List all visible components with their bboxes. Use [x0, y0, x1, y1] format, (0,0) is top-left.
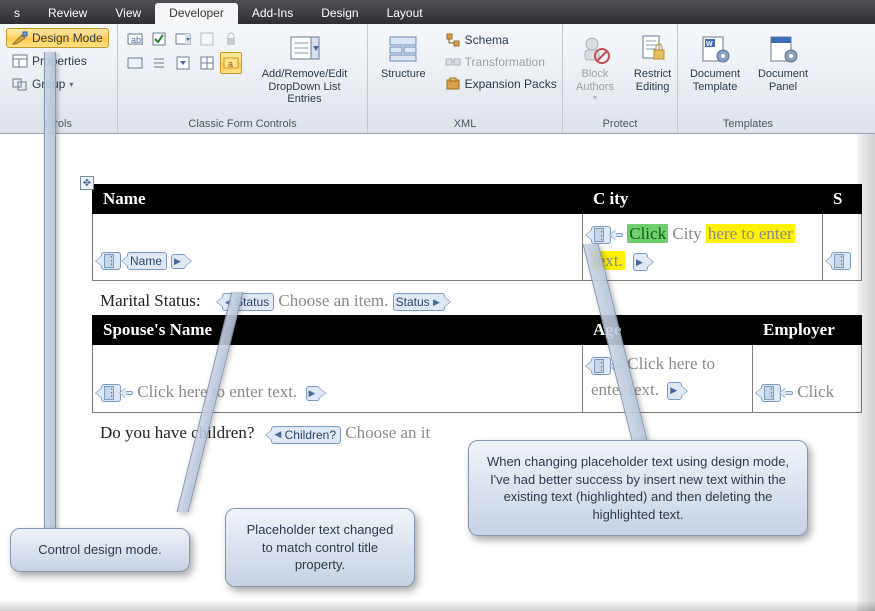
schema-button[interactable]: Schema — [439, 30, 563, 50]
children-placeholder[interactable]: Choose an it — [345, 423, 430, 442]
block-authors-label: Block Authors — [576, 68, 614, 93]
expansion-label: Expansion Packs — [465, 77, 557, 91]
field-shading-icon[interactable]: a — [220, 52, 242, 74]
design-mode-label: Design Mode — [32, 31, 103, 45]
s-cell[interactable] — [823, 214, 862, 281]
structure-icon — [387, 33, 419, 65]
col-s-header: S — [823, 185, 862, 214]
expansion-packs-button[interactable]: Expansion Packs — [439, 74, 563, 94]
callout-1-text: Control design mode. — [38, 542, 162, 557]
schema-icon — [445, 33, 461, 47]
dropdown-control-icon[interactable] — [172, 52, 194, 74]
group-templates-label: Templates — [684, 116, 812, 131]
grid-control-icon[interactable] — [196, 52, 218, 74]
svg-text:a: a — [228, 59, 233, 69]
document-template-label: Document Template — [690, 68, 740, 93]
textbox-control-icon[interactable]: ab| — [124, 28, 146, 50]
employer-placeholder: Click — [797, 382, 834, 401]
tab-addins[interactable]: Add-Ins — [238, 3, 307, 24]
dropdown-entries-label: Add/Remove/Edit DropDown List Entries — [255, 68, 354, 106]
callout-3-text: When changing placeholder text using des… — [487, 454, 789, 522]
group-protect-label: Protect — [569, 116, 671, 131]
callout-1-stem — [44, 52, 56, 532]
tab-cut[interactable]: s — [0, 3, 34, 24]
list-control-icon[interactable] — [148, 52, 170, 74]
legacy-control-icon[interactable] — [124, 52, 146, 74]
col-employer-header: Employer — [753, 316, 862, 345]
group-xml-label: XML — [374, 116, 556, 131]
restrict-editing-label: Restrict Editing — [634, 68, 671, 93]
restrict-editing-button[interactable]: Restrict Editing — [627, 28, 678, 98]
children-tag-left[interactable]: ◀ Children? — [271, 426, 341, 444]
classic-controls-gallery: ab| a — [124, 28, 242, 74]
city-cell[interactable]: Click City here to enter text. ▶ — [583, 214, 823, 281]
schema-label: Schema — [465, 33, 509, 47]
callout-placeholder: Placeholder text changed to match contro… — [225, 508, 415, 587]
tab-design[interactable]: Design — [307, 3, 372, 24]
combo-control-icon[interactable] — [172, 28, 194, 50]
block-authors-icon — [579, 33, 611, 65]
transformation-icon — [445, 55, 461, 69]
block-authors-button[interactable]: Block Authors ▾ — [569, 28, 621, 107]
group-controls-label: ntrols — [6, 116, 111, 131]
document-template-icon: W — [699, 33, 731, 65]
dropdown-arrow-icon: ▾ — [593, 93, 597, 102]
frame-control-icon[interactable] — [196, 28, 218, 50]
callout-tip: When changing placeholder text using des… — [468, 440, 808, 536]
tab-layout[interactable]: Layout — [373, 3, 437, 24]
dropdown-arrow-icon: ▾ — [69, 80, 73, 89]
document-template-button[interactable]: W Document Template — [684, 28, 746, 98]
ribbon-tabstrip: s Review View Developer Add-Ins Design L… — [0, 0, 875, 24]
document-panel-label: Document Panel — [758, 68, 808, 93]
checkbox-control-icon[interactable] — [148, 28, 170, 50]
spouse-cell[interactable]: Click here to enter text. ▶ — [93, 345, 583, 413]
ribbon: Design Mode Properties Group ▾ ntrols ab… — [0, 24, 875, 134]
table-move-handle-icon[interactable]: ✥ — [80, 176, 94, 190]
transformation-label: Transformation — [465, 55, 545, 69]
bottom-shadow — [0, 601, 875, 611]
form-table-1: Name C ity S Name ▶ Click City here to e… — [92, 184, 862, 281]
design-mode-icon — [12, 31, 28, 45]
name-tag: Name — [127, 252, 167, 270]
name-cell[interactable]: Name ▶ — [93, 214, 583, 281]
children-question-label: Do you have children? — [100, 423, 254, 442]
col-spouse-header: Spouse's Name — [93, 316, 583, 345]
callout-design-mode: Control design mode. — [10, 528, 190, 572]
marital-status-label: Marital Status: — [100, 291, 201, 310]
city-click: Click — [627, 224, 668, 243]
document-area: ✥ Name C ity S Name ▶ Click City here to… — [0, 134, 875, 448]
employer-cell[interactable]: Click — [753, 345, 862, 413]
document-panel-button[interactable]: Document Panel — [752, 28, 814, 98]
structure-button[interactable]: Structure — [374, 28, 433, 86]
restrict-editing-icon — [637, 33, 669, 65]
group-classic-label: Classic Form Controls — [124, 116, 361, 131]
tab-developer[interactable]: Developer — [155, 3, 238, 24]
structure-label: Structure — [381, 68, 426, 81]
group-button[interactable]: Group ▾ — [6, 74, 79, 94]
age-placeholder-1: Click here to — [627, 354, 715, 373]
tab-view[interactable]: View — [101, 3, 155, 24]
city-rest: here to enter — [706, 224, 795, 243]
transformation-button[interactable]: Transformation — [439, 52, 563, 72]
design-mode-button[interactable]: Design Mode — [6, 28, 109, 48]
callout-2-text: Placeholder text changed to match contro… — [247, 522, 394, 572]
col-name-header: Name — [93, 185, 583, 214]
svg-text:W: W — [706, 41, 713, 48]
col-city-header: C ity — [583, 185, 823, 214]
city-word: City — [672, 224, 701, 243]
dropdown-entries-icon — [289, 33, 321, 65]
properties-label: Properties — [32, 54, 87, 68]
age-cell[interactable]: Click here to enter text. ▶ — [583, 345, 753, 413]
lock-control-icon[interactable] — [220, 28, 242, 50]
expansion-icon — [445, 77, 461, 91]
status-tag-right[interactable]: Status ▶ — [393, 293, 445, 311]
choose-item-placeholder[interactable]: Choose an item. — [278, 291, 388, 310]
group-icon — [12, 77, 28, 91]
marital-status-line: Marital Status: ◀ Status Choose an item.… — [92, 281, 875, 315]
tab-review[interactable]: Review — [34, 3, 101, 24]
document-panel-icon — [767, 33, 799, 65]
svg-text:ab|: ab| — [131, 35, 143, 45]
properties-icon — [12, 54, 28, 68]
dropdown-entries-button[interactable]: Add/Remove/Edit DropDown List Entries — [248, 28, 361, 111]
